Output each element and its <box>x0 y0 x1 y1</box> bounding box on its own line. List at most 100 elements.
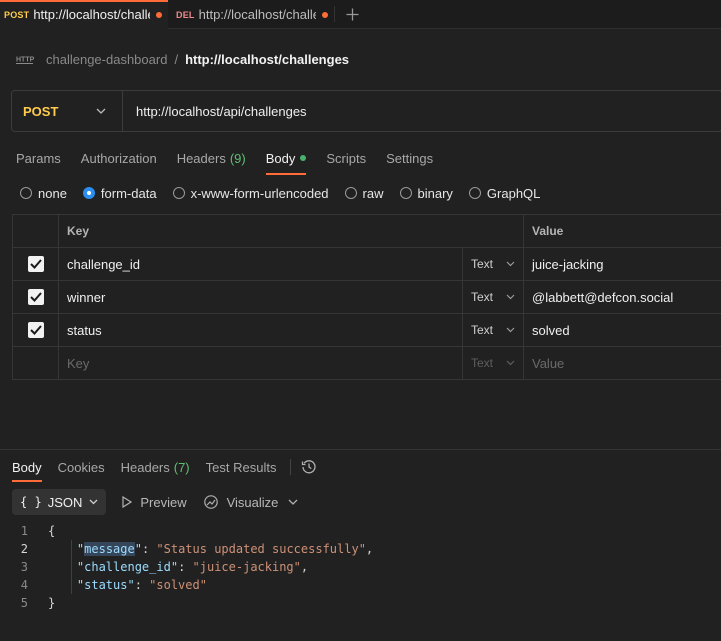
response-tabs: Body Cookies Headers (7) Test Results <box>12 456 317 482</box>
visualize-icon <box>203 495 218 509</box>
response-tab-body[interactable]: Body <box>12 456 42 482</box>
line-number: 1 <box>20 524 28 538</box>
visualize-label: Visualize <box>226 494 279 510</box>
radio-circle <box>172 187 185 199</box>
code-line: 1 { <box>0 522 373 540</box>
header-check-cell <box>12 214 59 248</box>
code-line: 5 } <box>0 594 373 612</box>
row-type-select[interactable]: Text <box>462 247 524 281</box>
row-value[interactable]: juice-jacking <box>523 247 721 281</box>
body-indicator-dot <box>300 155 307 161</box>
tab-scripts[interactable]: Scripts <box>326 146 366 170</box>
tab-authorization[interactable]: Authorization <box>81 146 157 170</box>
line-number: 3 <box>20 560 28 574</box>
row-type-select[interactable]: Text <box>462 346 524 380</box>
row-key[interactable]: winner <box>58 280 463 314</box>
checkbox-icon <box>27 289 44 306</box>
tab-strip: POST http://localhost/challenges DEL htt… <box>0 0 721 29</box>
chevron-down-icon <box>89 499 98 505</box>
request-tab-post[interactable]: POST http://localhost/challenges <box>0 0 168 29</box>
response-view-bar: { } JSON Preview Visualize <box>12 489 298 515</box>
value-placeholder[interactable]: Value <box>523 346 721 380</box>
radio-circle <box>399 187 412 199</box>
request-tabs: Params Authorization Headers (9) Body Scr… <box>16 146 453 175</box>
response-divider[interactable] <box>0 449 721 450</box>
play-icon <box>122 496 133 508</box>
json-key: "status" <box>76 578 135 592</box>
table-row: status Text solved <box>12 313 721 347</box>
checkbox-icon <box>27 322 44 339</box>
unsaved-dot <box>156 11 162 18</box>
row-key[interactable]: status <box>58 313 463 347</box>
tab-headers[interactable]: Headers (9) <box>177 146 246 170</box>
row-value[interactable]: @labbett@defcon.social <box>523 280 721 314</box>
row-checkbox[interactable] <box>12 280 59 314</box>
json-key-selected: message <box>84 542 135 556</box>
row-key[interactable]: challenge_id <box>58 247 463 281</box>
response-body-editor[interactable]: 1 { 2 "message": "Status updated success… <box>0 522 373 612</box>
request-tab-delete[interactable]: DEL http://localhost/challenges <box>168 0 334 29</box>
radio-graphql[interactable]: GraphQL <box>468 185 541 201</box>
chevron-down-icon <box>506 360 515 366</box>
body-type-radios: none form-data x-www-form-urlencoded raw… <box>20 183 556 203</box>
breadcrumb-request[interactable]: http://localhost/challenges <box>185 52 349 67</box>
radio-label: GraphQL <box>486 185 541 201</box>
radio-raw[interactable]: raw <box>344 185 384 201</box>
radio-label: raw <box>362 185 384 201</box>
row-value[interactable]: solved <box>523 313 721 347</box>
row-checkbox[interactable] <box>12 247 59 281</box>
visualize-button[interactable]: Visualize <box>203 494 279 510</box>
row-type-select[interactable]: Text <box>462 313 524 347</box>
breadcrumb-collection[interactable]: challenge-dashboard <box>46 52 167 67</box>
type-label: Text <box>471 290 494 304</box>
radio-label: x-www-form-urlencoded <box>190 185 329 201</box>
tab-settings[interactable]: Settings <box>386 146 433 170</box>
tab-label: Scripts <box>326 150 367 166</box>
braces-icon: { } <box>20 495 42 509</box>
line-number: 5 <box>20 596 28 610</box>
format-select[interactable]: { } JSON <box>12 489 107 515</box>
type-label: Text <box>471 356 494 370</box>
http-icon: HTTP <box>16 57 34 64</box>
history-icon[interactable] <box>301 459 317 475</box>
tab-label: Settings <box>386 150 434 166</box>
response-tab-headers[interactable]: Headers (7) <box>121 456 190 478</box>
response-tab-cookies[interactable]: Cookies <box>58 456 105 478</box>
json-entry: "message": "Status updated successfully"… <box>76 542 374 556</box>
key-placeholder[interactable]: Key <box>58 346 463 380</box>
type-label: Text <box>471 323 494 337</box>
table-row: challenge_id Text juice-jacking <box>12 247 721 281</box>
tab-label: Authorization <box>80 150 157 166</box>
radio-circle <box>468 187 481 199</box>
table-row: winner Text @labbett@defcon.social <box>12 280 721 314</box>
table-row-placeholder: Key Text Value <box>12 346 721 380</box>
preview-label: Preview <box>140 494 187 510</box>
radio-form-data[interactable]: form-data <box>82 185 157 201</box>
radio-none[interactable]: none <box>20 186 67 201</box>
new-tab-button[interactable] <box>335 0 369 28</box>
radio-x-www-form-urlencoded[interactable]: x-www-form-urlencoded <box>172 185 329 201</box>
json-key: "message" <box>76 542 142 556</box>
json-close-brace: } <box>48 596 56 610</box>
header-key: Key <box>58 214 524 248</box>
tab-params[interactable]: Params <box>16 146 61 170</box>
chevron-down-icon <box>506 327 515 333</box>
radio-label: form-data <box>100 185 157 201</box>
tab-url: http://localhost/challenges <box>198 7 316 22</box>
url-input[interactable]: http://localhost/api/challenges <box>123 104 721 119</box>
code-line: 3 "challenge_id": "juice-jacking", <box>0 558 373 576</box>
row-type-select[interactable]: Text <box>462 280 524 314</box>
json-comma: , <box>300 560 309 574</box>
radio-circle <box>20 187 32 199</box>
response-tab-test-results[interactable]: Test Results <box>206 456 277 478</box>
chevron-down-icon <box>506 261 515 267</box>
preview-button[interactable]: Preview <box>122 494 187 510</box>
json-open-brace: { <box>48 524 56 538</box>
tab-body[interactable]: Body <box>265 146 307 175</box>
chevron-down-icon[interactable] <box>288 499 298 505</box>
line-number: 2 <box>20 542 28 556</box>
svg-text:HTTP: HTTP <box>16 57 34 64</box>
row-checkbox[interactable] <box>12 313 59 347</box>
method-select[interactable]: POST <box>12 91 123 131</box>
radio-binary[interactable]: binary <box>399 186 453 201</box>
